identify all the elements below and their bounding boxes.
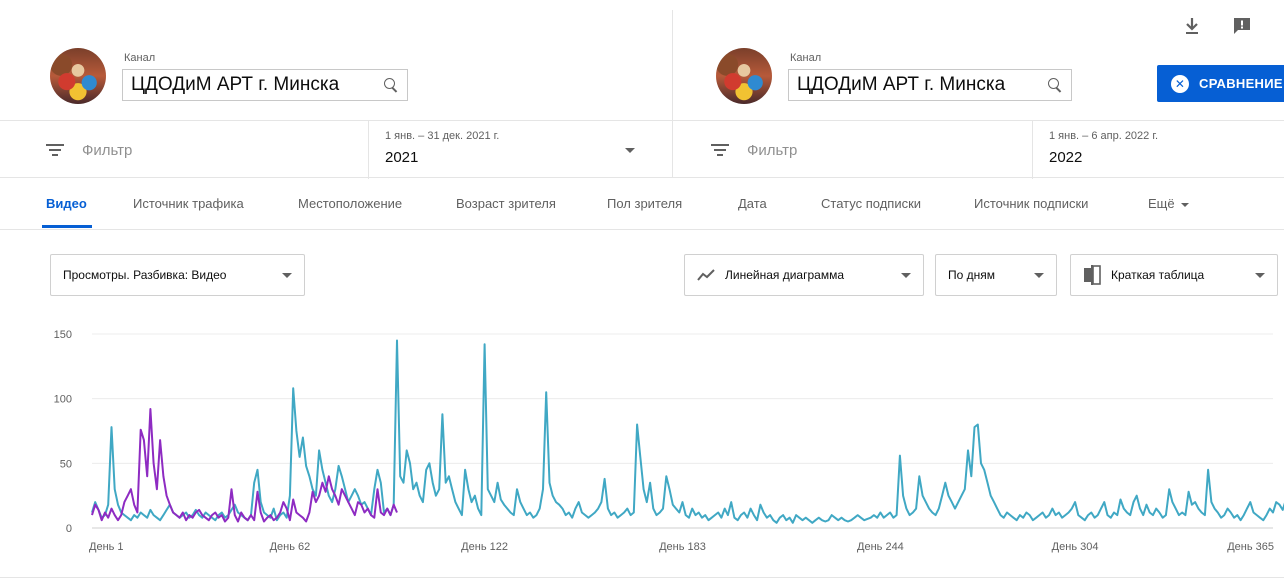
filter-placeholder: Фильтр	[747, 141, 798, 159]
tab-viewer-age[interactable]: Возраст зрителя	[456, 196, 556, 211]
chevron-down-icon	[1255, 272, 1265, 278]
chevron-down-icon	[282, 272, 292, 278]
y-tick-label: 0	[66, 523, 72, 535]
active-tab-indicator	[42, 225, 92, 228]
date-range-text: 1 янв. – 6 апр. 2022 г.	[1049, 130, 1159, 142]
date-range-text: 1 янв. – 31 дек. 2021 г.	[385, 130, 500, 142]
channel-search-field[interactable]: ЦДОДиМ АРТ г. Минска	[788, 69, 1072, 101]
close-icon[interactable]: ✕	[1171, 74, 1189, 93]
series-line-2021[interactable]	[91, 339, 1284, 524]
y-tick-label: 50	[60, 458, 72, 470]
tab-more-label: Ещё	[1148, 196, 1175, 211]
x-tick-label: День 304	[1052, 541, 1099, 553]
channel-selector-left: Канал ЦДОДиМ АРТ г. Минска	[0, 0, 672, 120]
series-line-2022[interactable]	[91, 408, 398, 523]
search-icon[interactable]	[383, 77, 399, 93]
dimension-tabs: Видео Источник трафика Местоположение Во…	[0, 178, 1284, 230]
chart-type-value: Линейная диаграмма	[725, 268, 844, 282]
table-mode-value: Краткая таблица	[1111, 268, 1205, 282]
filter-icon	[46, 143, 64, 157]
search-icon[interactable]	[1047, 77, 1063, 93]
date-year: 2021	[385, 149, 419, 166]
channel-label: Канал	[124, 52, 156, 64]
filter-right[interactable]: Фильтр	[711, 121, 797, 179]
date-year: 2022	[1049, 149, 1083, 166]
tab-location[interactable]: Местоположение	[298, 196, 402, 211]
x-tick-label: День 244	[857, 541, 904, 553]
x-tick-label: День 122	[461, 541, 508, 553]
chevron-down-icon	[625, 148, 635, 153]
filter-icon	[711, 143, 729, 157]
tab-subscription-source[interactable]: Источник подписки	[974, 196, 1088, 211]
tab-video[interactable]: Видео	[46, 196, 87, 211]
metric-select-value: Просмотры. Разбивка: Видео	[63, 268, 227, 282]
chevron-down-icon	[1034, 272, 1044, 278]
filter-bar: Фильтр 1 янв. – 31 дек. 2021 г. 2021 Фил…	[0, 120, 1284, 179]
tab-subscription-status[interactable]: Статус подписки	[821, 196, 921, 211]
filter-left[interactable]: Фильтр	[46, 121, 132, 179]
y-tick-label: 150	[54, 329, 72, 341]
channel-avatar	[50, 48, 106, 104]
tab-more[interactable]: Ещё	[1148, 196, 1189, 211]
channel-label: Канал	[790, 52, 822, 64]
x-tick-label: День 1	[89, 541, 124, 553]
channel-search-field[interactable]: ЦДОДиМ АРТ г. Минска	[122, 69, 408, 101]
chart-type-select[interactable]: Линейная диаграмма	[684, 254, 924, 296]
y-tick-label: 100	[54, 394, 72, 406]
x-tick-label: День 183	[659, 541, 706, 553]
download-icon[interactable]	[1180, 14, 1204, 38]
divider	[0, 577, 1284, 578]
top-actions	[1180, 14, 1254, 38]
analytics-compare-page: Канал ЦДОДиМ АРТ г. Минска Канал ЦДОДиМ …	[0, 0, 1284, 580]
tab-traffic-source[interactable]: Источник трафика	[133, 196, 244, 211]
feedback-icon[interactable]	[1230, 14, 1254, 38]
channel-avatar	[716, 48, 772, 104]
channel-name: ЦДОДиМ АРТ г. Минска	[797, 74, 1006, 95]
period-select[interactable]: По дням	[935, 254, 1057, 296]
compare-label: СРАВНЕНИЕ	[1199, 76, 1283, 91]
date-range-picker-left[interactable]: 1 янв. – 31 дек. 2021 г. 2021	[368, 121, 638, 179]
metric-select[interactable]: Просмотры. Разбивка: Видео	[50, 254, 305, 296]
filter-placeholder: Фильтр	[82, 141, 133, 159]
compare-table-icon	[1083, 265, 1101, 285]
compare-button[interactable]: ✕ СРАВНЕНИЕ	[1157, 65, 1284, 102]
x-tick-label: День 62	[270, 541, 311, 553]
chevron-down-icon	[901, 272, 911, 278]
date-range-picker-right[interactable]: 1 янв. – 6 апр. 2022 г. 2022	[1032, 121, 1284, 179]
tab-date[interactable]: Дата	[738, 196, 767, 211]
chevron-down-icon	[1180, 202, 1189, 207]
views-line-chart: 0 50 100 150 День 1 День 62 День 122 День 183 Де…	[54, 329, 1284, 553]
period-value: По дням	[948, 268, 996, 282]
table-mode-select[interactable]: Краткая таблица	[1070, 254, 1278, 296]
channel-name: ЦДОДиМ АРТ г. Минска	[131, 74, 340, 95]
x-tick-label: День 365	[1227, 541, 1274, 553]
line-chart-icon	[697, 268, 715, 282]
tab-viewer-gender[interactable]: Пол зрителя	[607, 196, 682, 211]
